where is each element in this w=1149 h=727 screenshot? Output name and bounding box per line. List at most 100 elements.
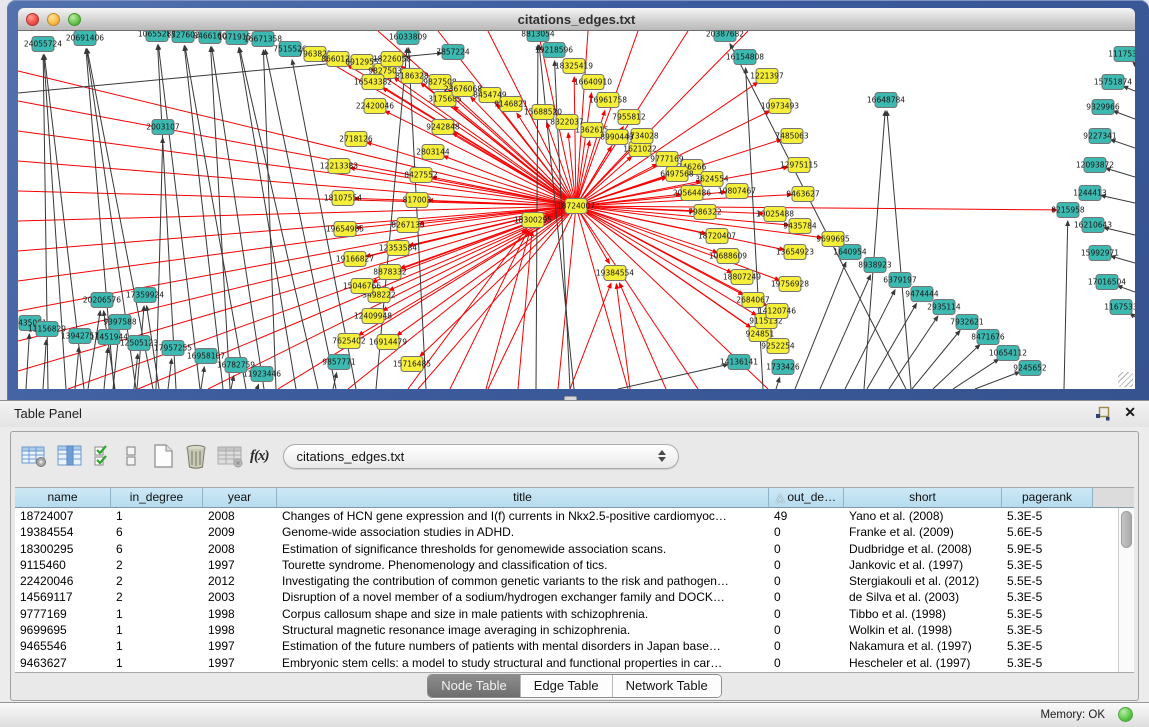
table-scrollbar[interactable] — [1118, 508, 1134, 672]
cell-name: 18300295 — [15, 541, 111, 557]
graph-node-label: 8471676 — [971, 333, 1005, 342]
table-row[interactable]: 977716911998Corpus callosum shape and si… — [15, 606, 1118, 622]
graph-node-label: 20206576 — [83, 296, 121, 305]
graph-node-label: 20691406 — [66, 34, 104, 43]
graph-node-label: 7485063 — [775, 132, 809, 141]
graph-node-label: 15046766 — [343, 282, 381, 291]
graph-node-label: 9146821 — [494, 100, 528, 109]
cell-title: Changes of HCN gene expression and I(f) … — [277, 508, 769, 524]
cell-in_degree: 1 — [111, 622, 203, 638]
graph-node-label: 9435784 — [783, 222, 817, 231]
table-mode-button[interactable] — [21, 442, 48, 470]
function-builder-button[interactable]: f(x) — [250, 442, 269, 470]
column-header-short[interactable]: short — [844, 488, 1002, 508]
delete-table-button[interactable] — [217, 442, 244, 470]
table-body: 1872400712008Changes of HCN gene express… — [15, 508, 1118, 672]
graph-node-label: 15751874 — [1094, 78, 1132, 87]
table-panel-body: f(x) citations_edges.txt namein_degreeye… — [10, 431, 1139, 701]
graph-node-label: 20564486 — [673, 189, 711, 198]
table-row[interactable]: 969969511998Structural magnetic resonanc… — [15, 622, 1118, 638]
cell-short: Nakamura et al. (1997) — [844, 638, 1002, 654]
graph-node-label: 18720407 — [698, 232, 736, 241]
table-selector-dropdown[interactable]: citations_edges.txt — [283, 444, 679, 469]
column-header-title[interactable]: title — [277, 488, 769, 508]
window-title: citations_edges.txt — [18, 12, 1135, 27]
column-header-in_degree[interactable]: in_degree — [111, 488, 203, 508]
window-titlebar[interactable]: citations_edges.txt — [18, 8, 1135, 31]
table-scrollbar-thumb[interactable] — [1121, 511, 1132, 548]
graph-node-label: 7857224 — [436, 48, 470, 57]
graph-node-label: 2803144 — [416, 148, 450, 157]
row-checks-button[interactable] — [93, 442, 113, 470]
graph-node-label: 23676068 — [444, 85, 482, 94]
cell-title: Tourette syndrome. Phenomenology and cla… — [277, 557, 769, 573]
tab-network-table[interactable]: Network Table — [612, 675, 721, 697]
graph-node-label: 10688609 — [709, 252, 747, 261]
cell-year: 2008 — [203, 541, 277, 557]
table-row[interactable]: 946362711997Embryonic stem cells: a mode… — [15, 655, 1118, 671]
tab-node-table[interactable]: Node Table — [428, 675, 520, 697]
cell-in_degree: 2 — [111, 573, 203, 589]
network-canvas[interactable]: 7462668170039248511117534116753312213971… — [18, 31, 1135, 389]
table-panel-header: Table Panel ✕ — [0, 401, 1149, 427]
graph-node-label: 2684067 — [736, 296, 770, 305]
graph-node-label: 8322037 — [550, 118, 584, 127]
graph-node-label: 2935114 — [927, 303, 961, 312]
table-row[interactable]: 1872400712008Changes of HCN gene express… — [15, 508, 1118, 524]
graph-node-label: 19756928 — [771, 280, 809, 289]
column-header-year[interactable]: year — [203, 488, 277, 508]
network-window: citations_edges.txt 74626681700392485111… — [7, 0, 1149, 400]
table-tabbar: Node TableEdge TableNetwork Table — [11, 674, 1138, 698]
citation-network-graph[interactable]: 7462668170039248511117534116753312213971… — [18, 31, 1135, 389]
cell-pagerank: 5.3E-5 — [1002, 622, 1093, 638]
cell-pagerank: 5.3E-5 — [1002, 638, 1093, 654]
graph-node-label: 8813054 — [521, 31, 555, 39]
cell-pagerank: 5.5E-5 — [1002, 573, 1093, 589]
graph-node-label: 18300295 — [514, 216, 552, 225]
float-panel-icon[interactable] — [1095, 406, 1111, 422]
cell-in_degree: 1 — [111, 655, 203, 671]
tab-edge-table[interactable]: Edge Table — [520, 675, 612, 697]
dropdown-arrows-icon — [658, 448, 667, 466]
column-header-pagerank[interactable]: pagerank — [1002, 488, 1093, 508]
graph-node-label: 15716485 — [393, 360, 431, 369]
canvas-resize-grip-icon[interactable] — [1118, 372, 1133, 387]
graph-node-label: 9699695 — [816, 235, 850, 244]
table-row[interactable]: 2242004622012Investigating the contribut… — [15, 573, 1118, 589]
cell-title: Estimation of significance thresholds fo… — [277, 541, 769, 557]
table-row[interactable]: 911546021997Tourette syndrome. Phenomeno… — [15, 557, 1118, 573]
graph-node-label: 9777169 — [650, 155, 684, 164]
show-columns-button[interactable] — [57, 442, 83, 470]
delete-button[interactable] — [183, 442, 209, 470]
graph-node-label: 7955812 — [612, 113, 646, 122]
cell-pagerank: 5.3E-5 — [1002, 508, 1093, 524]
table-row[interactable]: 1456911722003Disruption of a novel membe… — [15, 589, 1118, 605]
column-header-name[interactable]: name — [15, 488, 111, 508]
cell-short: Yano et al. (2008) — [844, 508, 1002, 524]
graph-node-label: 9245652 — [1013, 364, 1047, 373]
graph-node-label: 9227341 — [1083, 132, 1117, 141]
graph-node-label: 11923446 — [243, 370, 281, 379]
graph-node-label: 12505123 — [120, 339, 158, 348]
graph-node-label: 8267130 — [391, 221, 425, 230]
graph-node-label: 1244413 — [1073, 189, 1107, 198]
graph-node-label: 6497568 — [660, 170, 694, 179]
graph-node-label: 8427552 — [404, 171, 438, 180]
cell-out_de: 0 — [769, 573, 844, 589]
cell-short: Stergiakouli et al. (2012) — [844, 573, 1002, 589]
graph-node-label: 16671358 — [244, 35, 282, 44]
new-document-button[interactable] — [151, 442, 175, 470]
table-row[interactable]: 1938455462009Genome-wide association stu… — [15, 524, 1118, 540]
graph-node-label: 17359924 — [126, 291, 164, 300]
column-header-out_de[interactable]: △out_de… — [769, 488, 844, 508]
table-row[interactable]: 946554611997Estimation of the future num… — [15, 638, 1118, 654]
cell-pagerank: 5.3E-5 — [1002, 606, 1093, 622]
row-boxes-button[interactable] — [125, 442, 137, 470]
graph-node-label: 9242848 — [426, 123, 460, 132]
cell-name: 9777169 — [15, 606, 111, 622]
graph-node-label: 1221397 — [750, 72, 784, 81]
graph-node-label: 16961758 — [589, 96, 627, 105]
table-row[interactable]: 1830029562008Estimation of significance … — [15, 541, 1118, 557]
close-panel-icon[interactable]: ✕ — [1124, 404, 1136, 421]
graph-node-label: 9252254 — [761, 342, 795, 351]
